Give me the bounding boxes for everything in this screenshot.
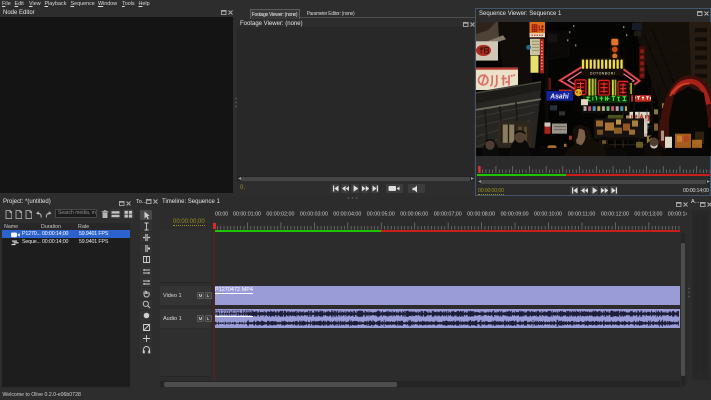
svg-text:00:00:12;00: 00:00:12;00 xyxy=(601,212,629,218)
svg-text:00:00:05;00: 00:00:05;00 xyxy=(367,212,395,218)
svg-text:00;00: 00;00 xyxy=(215,212,228,218)
svg-text:Asahi: Asahi xyxy=(549,94,570,101)
svg-text:00:00:03;00: 00:00:03;00 xyxy=(300,212,328,218)
svg-text:00:00:10;00: 00:00:10;00 xyxy=(534,212,562,218)
svg-text:00:00:04;00: 00:00:04;00 xyxy=(333,212,361,218)
svg-text:00:00:02;00: 00:00:02;00 xyxy=(266,212,294,218)
svg-text:00:00:13;00: 00:00:13;00 xyxy=(634,212,662,218)
svg-text:00:00:11;00: 00:00:11;00 xyxy=(568,212,596,218)
svg-text:00:00:14;00: 00:00:14;00 xyxy=(668,212,687,218)
svg-text:00:00:01;00: 00:00:01;00 xyxy=(233,212,261,218)
svg-text:00:00:07;00: 00:00:07;00 xyxy=(434,212,462,218)
svg-text:00:00:08;00: 00:00:08;00 xyxy=(467,212,495,218)
svg-text:DOTONBORI: DOTONBORI xyxy=(590,72,615,76)
svg-text:00:00:09;00: 00:00:09;00 xyxy=(501,212,529,218)
svg-text:00:00:06;00: 00:00:06;00 xyxy=(400,212,428,218)
